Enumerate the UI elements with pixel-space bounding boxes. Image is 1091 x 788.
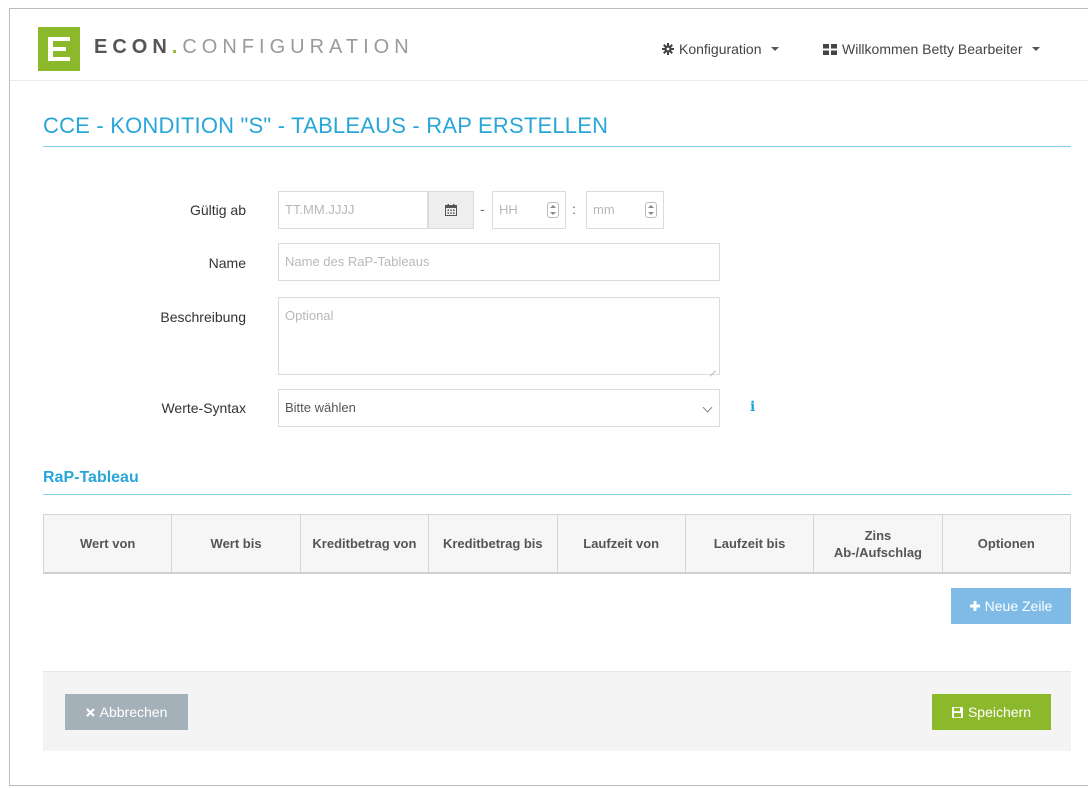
date-placeholder: TT.MM.JJJJ bbox=[285, 202, 355, 217]
calendar-button[interactable] bbox=[428, 191, 474, 229]
floppy-disk-icon bbox=[951, 706, 963, 718]
hour-input[interactable]: HH bbox=[492, 191, 566, 229]
minute-input[interactable]: mm bbox=[586, 191, 664, 229]
name-label: Name bbox=[208, 255, 246, 271]
chevron-down-icon bbox=[1031, 47, 1040, 51]
section-title: RaP-Tableau bbox=[43, 469, 139, 486]
econ-logo-icon[interactable] bbox=[38, 27, 80, 71]
description-placeholder: Optional bbox=[285, 308, 334, 323]
hour-spinner-icon[interactable] bbox=[547, 202, 559, 218]
close-icon bbox=[85, 707, 95, 717]
grid-icon bbox=[823, 43, 837, 55]
form-footer: Abbrechen Speichern bbox=[43, 671, 1071, 751]
cancel-button[interactable]: Abbrechen bbox=[65, 694, 188, 730]
page-title: CCE - KONDITION "S" - TABLEAUS - RAP ERS… bbox=[43, 113, 609, 138]
brand-main: ECON bbox=[94, 36, 172, 58]
calendar-icon bbox=[445, 204, 457, 216]
config-menu[interactable]: Konfiguration bbox=[662, 41, 779, 57]
description-textarea[interactable]: Optional bbox=[278, 297, 720, 375]
rap-table-header: Wert von Wert bis Kreditbetrag von Kredi… bbox=[43, 514, 1071, 574]
section-divider bbox=[43, 494, 1071, 495]
syntax-selected-value: Bitte wählen bbox=[285, 400, 356, 415]
save-button[interactable]: Speichern bbox=[932, 694, 1051, 730]
title-divider bbox=[43, 146, 1071, 147]
user-menu-label: Willkommen Betty Bearbeiter bbox=[842, 41, 1023, 57]
column-header: Zins Ab-/Aufschlag bbox=[814, 515, 943, 572]
syntax-select[interactable]: Bitte wählen bbox=[278, 389, 720, 427]
description-label: Beschreibung bbox=[160, 309, 246, 325]
brand-name[interactable]: ECON.CONFIGURATION bbox=[94, 36, 414, 59]
gear-icon bbox=[662, 43, 674, 55]
chevron-down-icon bbox=[702, 402, 713, 413]
time-separator-dash: - bbox=[480, 201, 485, 217]
resize-handle-icon[interactable] bbox=[708, 363, 716, 371]
column-header: Wert bis bbox=[172, 515, 301, 572]
syntax-label: Werte-Syntax bbox=[161, 400, 246, 416]
column-header: Kreditbetrag bis bbox=[429, 515, 558, 572]
name-placeholder: Name des RaP-Tableaus bbox=[285, 254, 430, 269]
column-header: Laufzeit von bbox=[558, 515, 686, 572]
save-label: Speichern bbox=[967, 704, 1032, 720]
config-menu-label: Konfiguration bbox=[679, 41, 762, 57]
date-input[interactable]: TT.MM.JJJJ bbox=[278, 191, 428, 229]
time-separator-colon: : bbox=[572, 201, 576, 217]
column-header: Optionen bbox=[977, 536, 1035, 551]
app-window: ECON.CONFIGURATION Konfiguration Willkom… bbox=[9, 8, 1088, 786]
column-header: Kreditbetrag von bbox=[301, 515, 430, 572]
hour-placeholder: HH bbox=[499, 202, 518, 217]
new-row-label: Neue Zeile bbox=[984, 598, 1053, 614]
minute-spinner-icon[interactable] bbox=[645, 202, 657, 218]
column-header: Wert von bbox=[44, 515, 173, 572]
top-navbar: ECON.CONFIGURATION Konfiguration Willkom… bbox=[10, 9, 1088, 81]
brand-dot: . bbox=[171, 36, 183, 58]
minute-placeholder: mm bbox=[593, 202, 615, 217]
new-row-button[interactable]: Neue Zeile bbox=[951, 588, 1071, 624]
info-icon[interactable]: i bbox=[750, 399, 755, 415]
plus-icon bbox=[969, 601, 980, 611]
column-header: Laufzeit bis bbox=[686, 515, 815, 572]
user-menu[interactable]: Willkommen Betty Bearbeiter bbox=[823, 41, 1040, 57]
valid-from-label: Gültig ab bbox=[189, 202, 246, 218]
chevron-down-icon bbox=[770, 47, 779, 51]
name-input[interactable]: Name des RaP-Tableaus bbox=[278, 243, 720, 281]
brand-rest: CONFIGURATION bbox=[182, 36, 414, 58]
cancel-label: Abbrechen bbox=[99, 704, 168, 720]
